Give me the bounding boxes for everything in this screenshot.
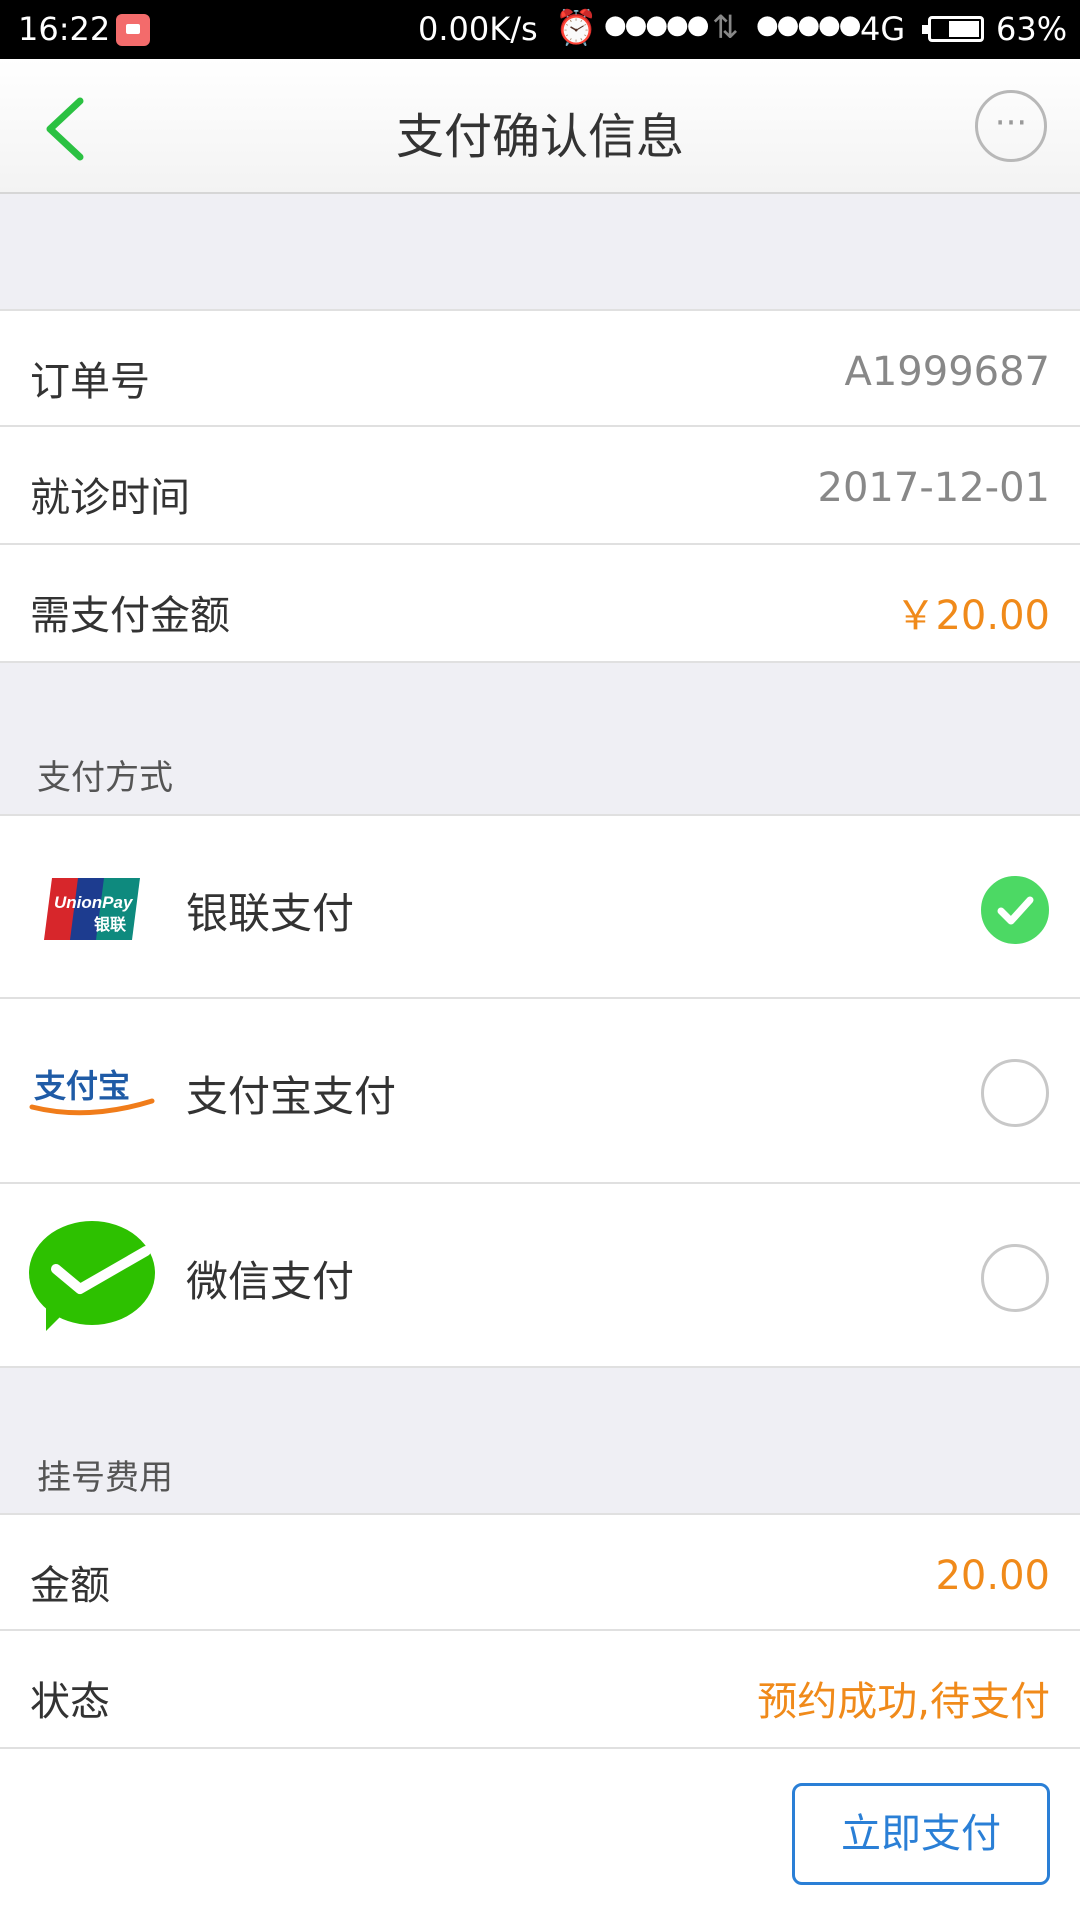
payment-option-label: 支付宝支付 xyxy=(186,1072,397,1121)
unionpay-logo-text: UnionPay xyxy=(54,893,134,912)
radio-unselected[interactable] xyxy=(981,1244,1049,1312)
network-type: 4G xyxy=(860,10,906,48)
fee-status-row: 状态 预约成功,待支付 xyxy=(0,1631,1080,1749)
amount-due-row: 需支付金额 ￥20.00 xyxy=(0,545,1080,663)
notification-icon xyxy=(116,14,150,46)
amount-due-label: 需支付金额 xyxy=(30,593,230,639)
visit-time-row: 就诊时间 2017-12-01 xyxy=(0,427,1080,545)
signal-strength-1: ●●●●● xyxy=(604,10,709,40)
radio-selected[interactable] xyxy=(981,876,1049,944)
page-title: 支付确认信息 xyxy=(395,109,684,165)
unionpay-logo-icon: UnionPay 银联 xyxy=(44,878,140,940)
fee-amount-row: 金额 20.00 xyxy=(0,1513,1080,1631)
payment-section-title: 支付方式 xyxy=(37,758,173,798)
network-speed: 0.00K/s xyxy=(418,10,538,48)
fee-amount-label: 金额 xyxy=(30,1563,110,1609)
payment-option-wechat[interactable]: 微信支付 xyxy=(0,1184,1080,1368)
wechat-pay-logo-icon xyxy=(29,1221,155,1331)
battery-icon xyxy=(922,16,984,42)
unionpay-logo-cn: 银联 xyxy=(94,915,126,934)
more-button[interactable]: ··· xyxy=(975,90,1047,162)
visit-time-value: 2017-12-01 xyxy=(817,465,1050,511)
checkmark-icon xyxy=(997,896,1034,925)
alipay-logo-text: 支付宝 xyxy=(34,1067,130,1105)
battery-fill xyxy=(949,21,979,37)
battery-percent: 63% xyxy=(996,10,1068,48)
fee-amount-value: 20.00 xyxy=(935,1553,1050,1599)
order-number-label: 订单号 xyxy=(30,359,150,405)
data-transfer-icon: ⇅ xyxy=(712,8,739,46)
status-time: 16:22 xyxy=(18,10,111,48)
order-number-value: A1999687 xyxy=(844,349,1050,395)
order-number-row: 订单号 A1999687 xyxy=(0,309,1080,427)
pay-now-button[interactable]: 立即支付 xyxy=(792,1783,1050,1885)
payment-option-label: 微信支付 xyxy=(186,1257,355,1306)
fee-section-title: 挂号费用 xyxy=(37,1458,173,1498)
fee-status-label: 状态 xyxy=(30,1679,110,1725)
status-bar: 16:22 0.00K/s ⏰ ●●●●● ⇅ ●●●●● 4G 63% xyxy=(0,0,1080,59)
signal-strength-2: ●●●●● xyxy=(756,10,861,40)
amount-due-value: ￥20.00 xyxy=(895,593,1050,639)
radio-unselected[interactable] xyxy=(981,1059,1049,1127)
payment-option-alipay[interactable]: 支付宝 支付宝支付 xyxy=(0,999,1080,1184)
nav-bar: 支付确认信息 ··· xyxy=(0,59,1080,194)
payment-option-unionpay[interactable]: UnionPay 银联 银联支付 xyxy=(0,814,1080,999)
alipay-logo-icon: 支付宝 xyxy=(29,1067,155,1116)
fee-status-value: 预约成功,待支付 xyxy=(757,1679,1050,1725)
payment-option-label: 银联支付 xyxy=(186,889,355,938)
alarm-icon: ⏰ xyxy=(555,8,598,48)
visit-time-label: 就诊时间 xyxy=(30,475,190,521)
